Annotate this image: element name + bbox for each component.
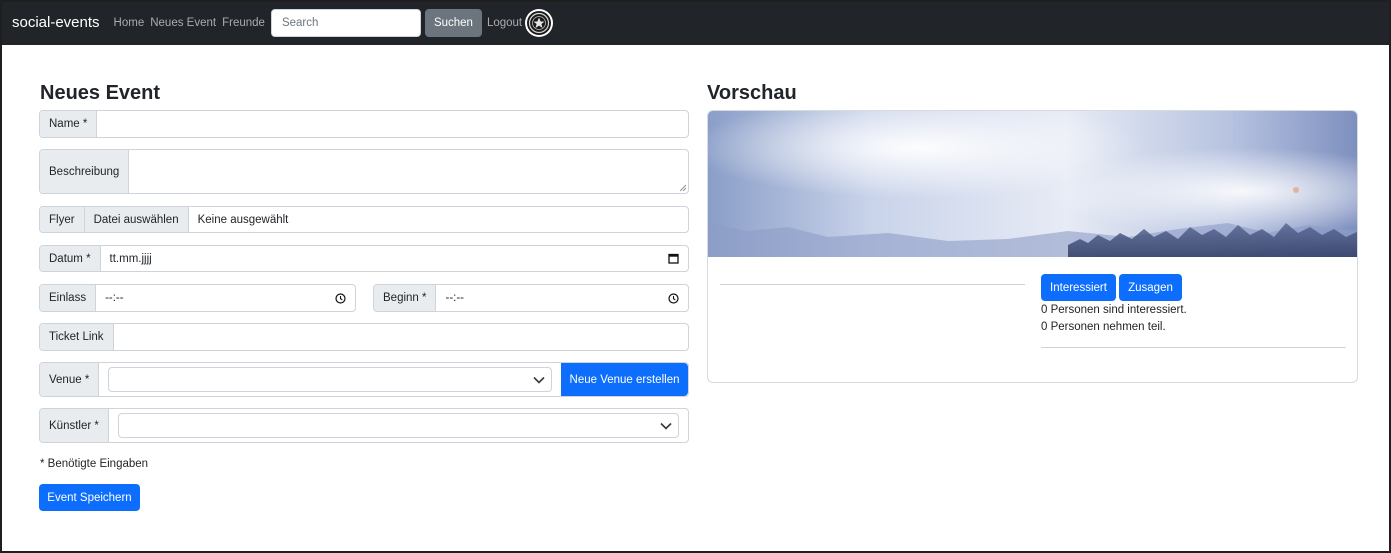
navbar: social-events Home Neues Event Freunde S… bbox=[0, 0, 1391, 45]
resize-grip-icon[interactable] bbox=[679, 184, 686, 191]
interested-count-text: 0 Personen sind interessiert. bbox=[1041, 304, 1187, 316]
date-input-group: Datum * tt.mm.jjjj bbox=[39, 245, 689, 272]
name-input-group: Name * bbox=[39, 110, 689, 138]
preview-card: Interessiert Zusagen 0 Personen sind int… bbox=[707, 110, 1358, 383]
preview-divider-right bbox=[1041, 347, 1346, 348]
chevron-down-icon bbox=[533, 376, 545, 384]
clock-icon[interactable] bbox=[335, 292, 346, 304]
ticket-link-label: Ticket Link bbox=[40, 324, 114, 350]
attending-count-text: 0 Personen nehmen teil. bbox=[1041, 321, 1166, 333]
venue-label: Venue * bbox=[40, 363, 100, 396]
date-value: tt.mm.jjjj bbox=[109, 252, 152, 265]
interested-button[interactable]: Interessiert bbox=[1041, 274, 1116, 301]
artist-label: Künstler * bbox=[40, 409, 109, 442]
start-time-input[interactable]: --:-- bbox=[436, 285, 688, 311]
entry-time-value: --:-- bbox=[105, 292, 124, 304]
nav-link-new-event[interactable]: Neues Event bbox=[150, 17, 216, 29]
entry-time-input-group: Einlass --:-- bbox=[39, 284, 356, 312]
date-label: Datum * bbox=[40, 246, 101, 271]
event-flyer-image bbox=[708, 111, 1357, 257]
entry-time-input[interactable]: --:-- bbox=[96, 285, 355, 311]
choose-file-button[interactable]: Datei auswählen bbox=[84, 207, 189, 232]
required-fields-note: * Benötigte Eingaben bbox=[40, 458, 149, 470]
date-input[interactable]: tt.mm.jjjj bbox=[101, 246, 688, 271]
avatar-emblem-icon bbox=[527, 10, 552, 35]
nav-link-friends[interactable]: Freunde bbox=[222, 17, 265, 29]
venue-input-group: Venue * Neue Venue erstellen bbox=[39, 362, 689, 397]
save-event-button[interactable]: Event Speichern bbox=[39, 484, 140, 511]
logout-link[interactable]: Logout bbox=[487, 17, 522, 29]
attend-button[interactable]: Zusagen bbox=[1119, 274, 1182, 301]
new-venue-button[interactable]: Neue Venue erstellen bbox=[561, 363, 688, 396]
avatar[interactable] bbox=[525, 8, 554, 37]
start-time-input-group: Beginn * --:-- bbox=[373, 284, 689, 312]
flyer-input-group: Flyer Datei auswählen Keine ausgewählt bbox=[39, 206, 689, 233]
entry-label: Einlass bbox=[40, 285, 97, 311]
ticket-link-input[interactable] bbox=[114, 324, 688, 350]
name-label: Name * bbox=[40, 111, 98, 137]
form-title: Neues Event bbox=[40, 82, 161, 104]
flyer-label: Flyer bbox=[40, 207, 85, 232]
clock-icon[interactable] bbox=[668, 292, 679, 304]
calendar-icon[interactable] bbox=[668, 253, 679, 264]
search-input[interactable] bbox=[270, 8, 421, 37]
description-label: Beschreibung bbox=[40, 150, 130, 193]
file-status-text: Keine ausgewählt bbox=[197, 213, 289, 226]
chevron-down-icon bbox=[660, 422, 672, 430]
name-input[interactable] bbox=[97, 111, 688, 137]
venue-select[interactable] bbox=[108, 367, 552, 392]
artist-select[interactable] bbox=[117, 413, 679, 438]
preview-title: Vorschau bbox=[707, 82, 797, 104]
description-input-group: Beschreibung bbox=[39, 149, 689, 194]
nav-link-home[interactable]: Home bbox=[114, 17, 145, 29]
ticket-link-input-group: Ticket Link bbox=[39, 323, 689, 351]
description-textarea[interactable] bbox=[129, 150, 688, 193]
artist-input-group: Künstler * bbox=[39, 408, 689, 443]
search-button[interactable]: Suchen bbox=[424, 8, 482, 37]
start-time-value: --:-- bbox=[445, 292, 464, 304]
preview-divider-left bbox=[720, 284, 1025, 285]
brand-link[interactable]: social-events bbox=[12, 14, 100, 31]
start-label: Beginn * bbox=[374, 285, 437, 311]
